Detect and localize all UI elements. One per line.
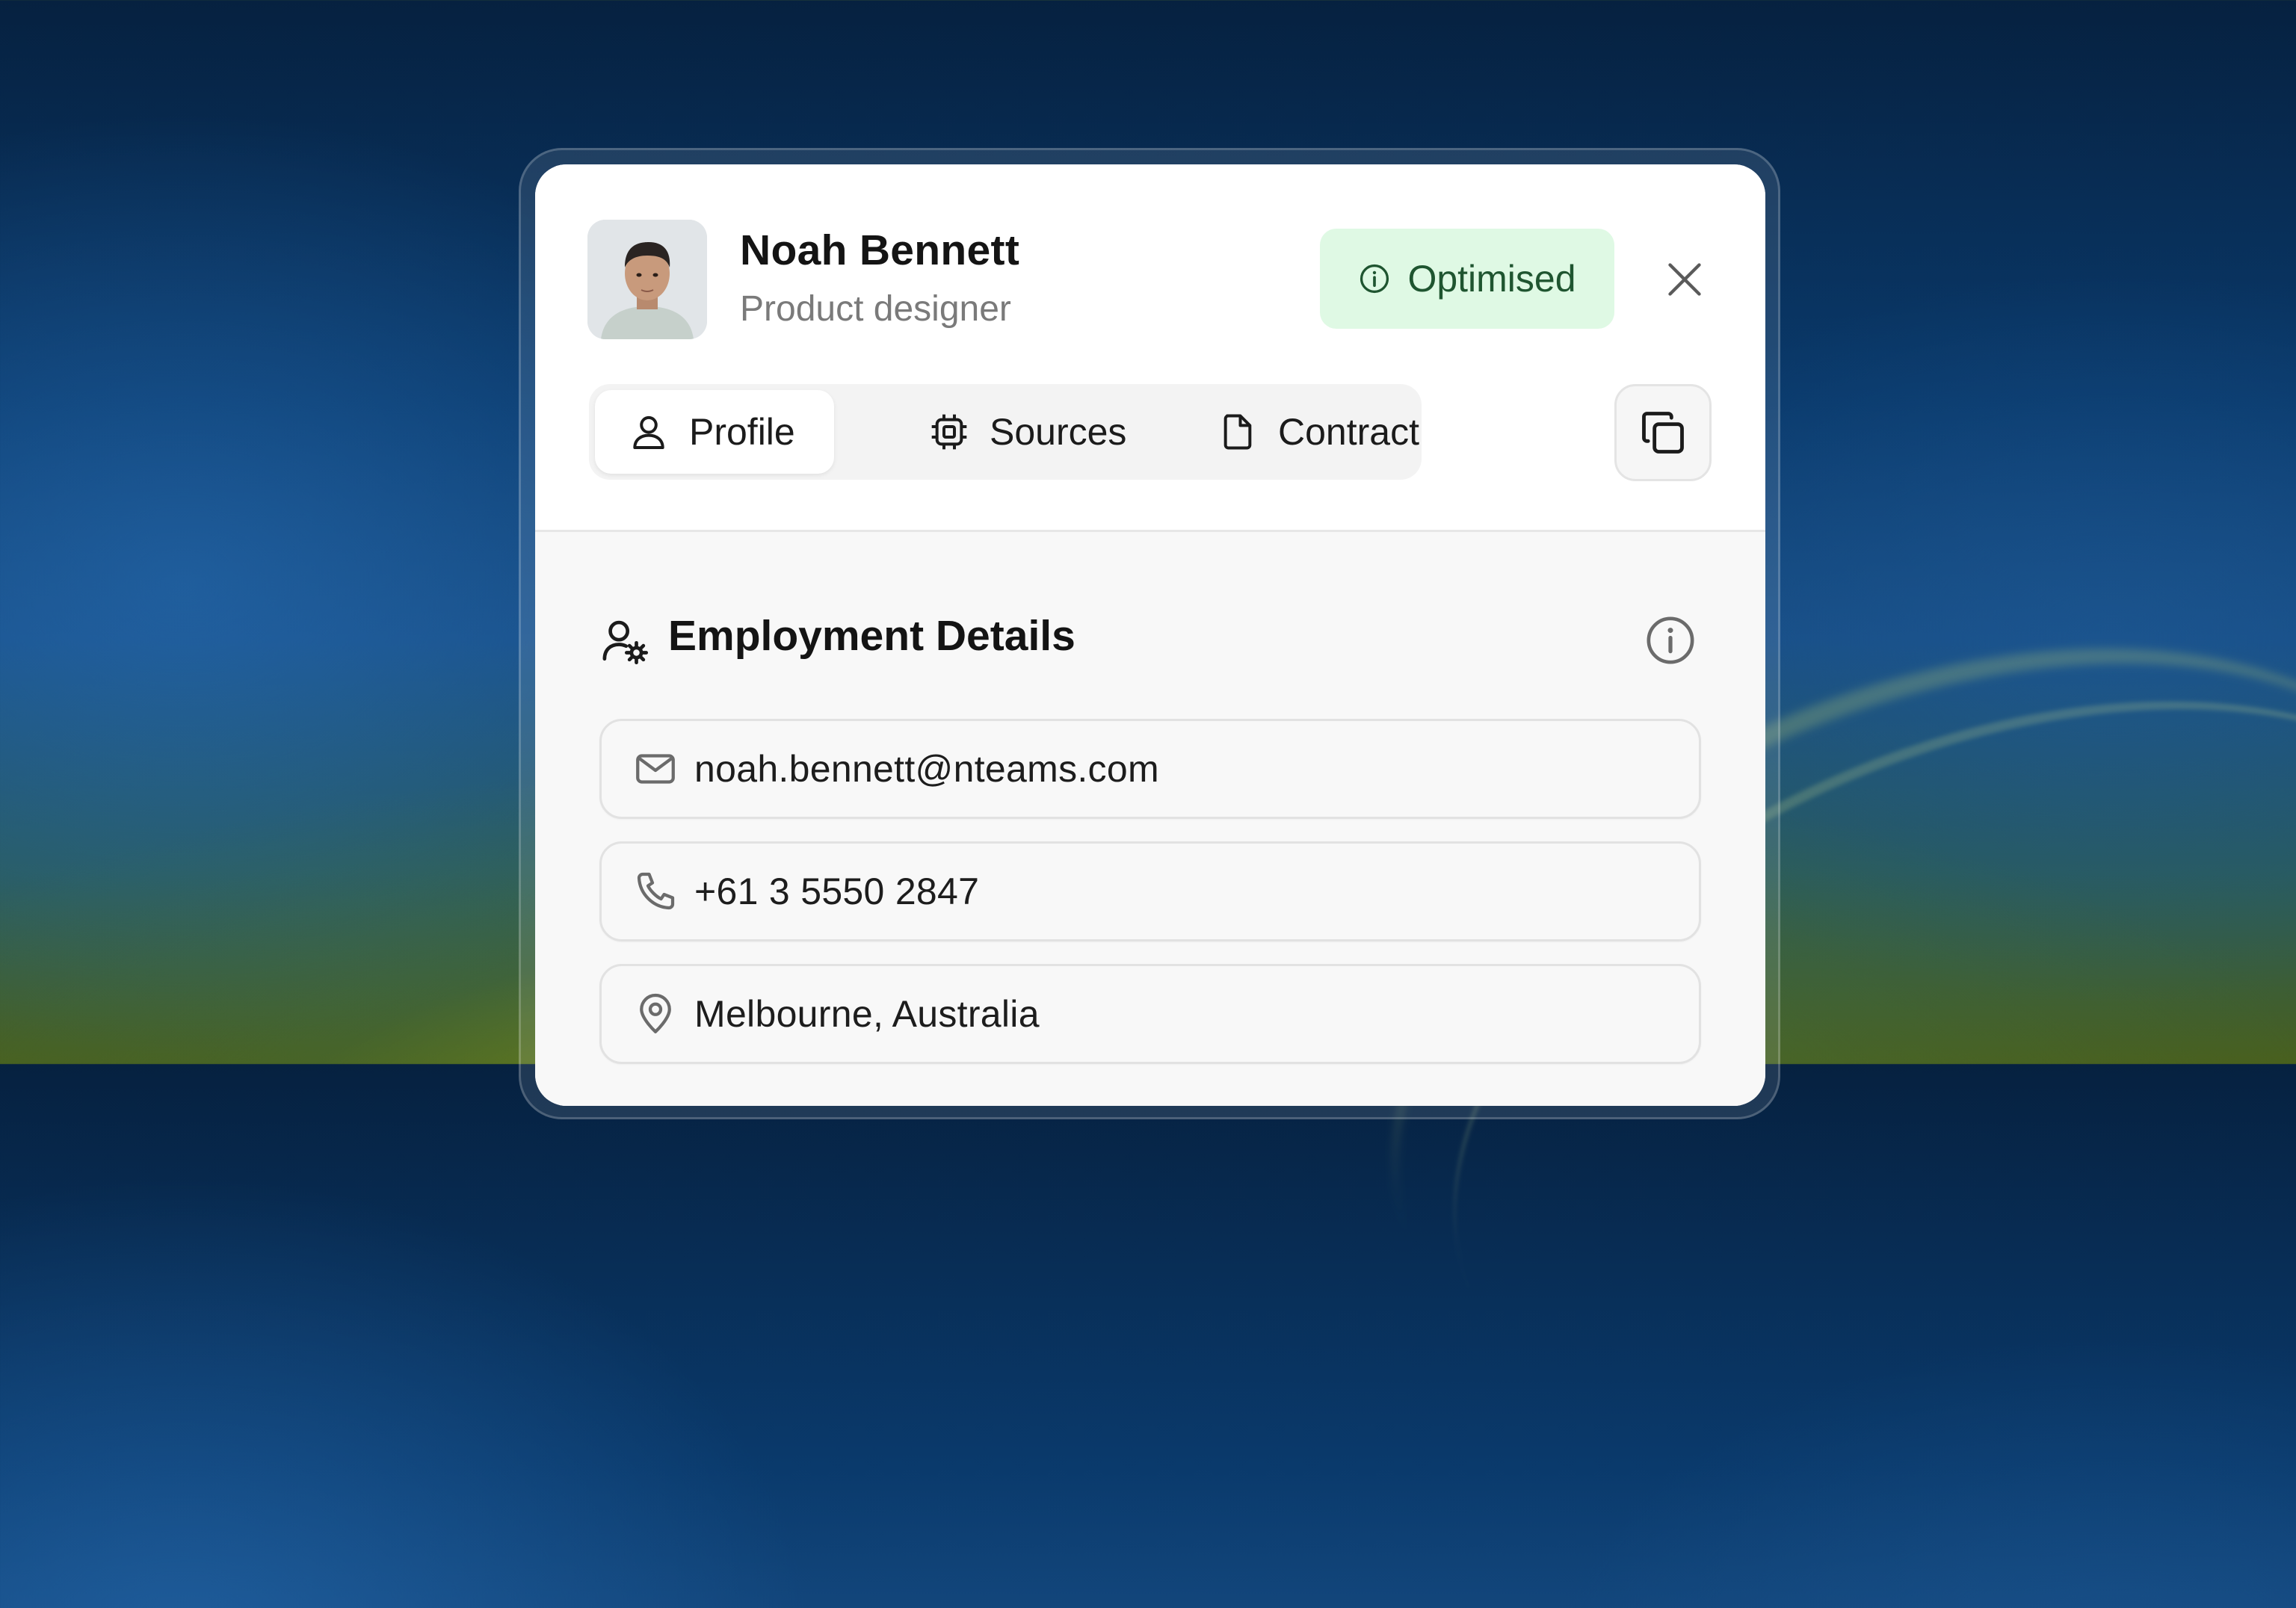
card-header: Noah Bennett Product designer Optimised <box>535 164 1765 532</box>
close-icon <box>1668 263 1701 296</box>
profile-name: Noah Bennett <box>740 226 1020 274</box>
phone-value: +61 3 5550 2847 <box>694 871 980 912</box>
user-icon <box>633 415 664 449</box>
profile-role: Product designer <box>740 289 1011 329</box>
mail-icon <box>636 754 675 784</box>
email-field[interactable]: noah.bennett@nteams.com <box>599 719 1701 819</box>
copy-button[interactable] <box>1614 384 1712 481</box>
tab-contract-label: Contract <box>1278 411 1419 453</box>
info-button[interactable] <box>1644 614 1697 667</box>
status-badge: Optimised <box>1320 229 1614 329</box>
email-value: noah.bennett@nteams.com <box>694 748 1159 790</box>
phone-field[interactable]: +61 3 5550 2847 <box>599 841 1701 941</box>
location-value: Melbourne, Australia <box>694 993 1040 1035</box>
chip-icon <box>931 414 967 450</box>
close-button[interactable] <box>1664 259 1706 300</box>
avatar <box>587 220 707 339</box>
user-settings-icon <box>599 616 649 665</box>
tab-bar: Profile Sources Contract <box>589 384 1422 480</box>
tab-profile[interactable]: Profile <box>595 390 834 474</box>
info-icon <box>1647 616 1694 664</box>
tab-profile-label: Profile <box>689 411 795 453</box>
location-field[interactable]: Melbourne, Australia <box>599 964 1701 1064</box>
avatar-portrait-icon <box>587 220 707 339</box>
phone-icon <box>637 872 675 910</box>
tab-sources[interactable]: Sources <box>928 390 1126 474</box>
section-title: Employment Details <box>668 612 1076 660</box>
file-icon <box>1223 414 1252 450</box>
status-badge-label: Optimised <box>1407 258 1576 300</box>
tab-contract[interactable]: Contract <box>1217 390 1419 474</box>
copy-icon <box>1642 412 1684 454</box>
tab-sources-label: Sources <box>990 411 1127 453</box>
info-circle-icon <box>1360 264 1389 294</box>
map-pin-icon <box>640 993 671 1033</box>
